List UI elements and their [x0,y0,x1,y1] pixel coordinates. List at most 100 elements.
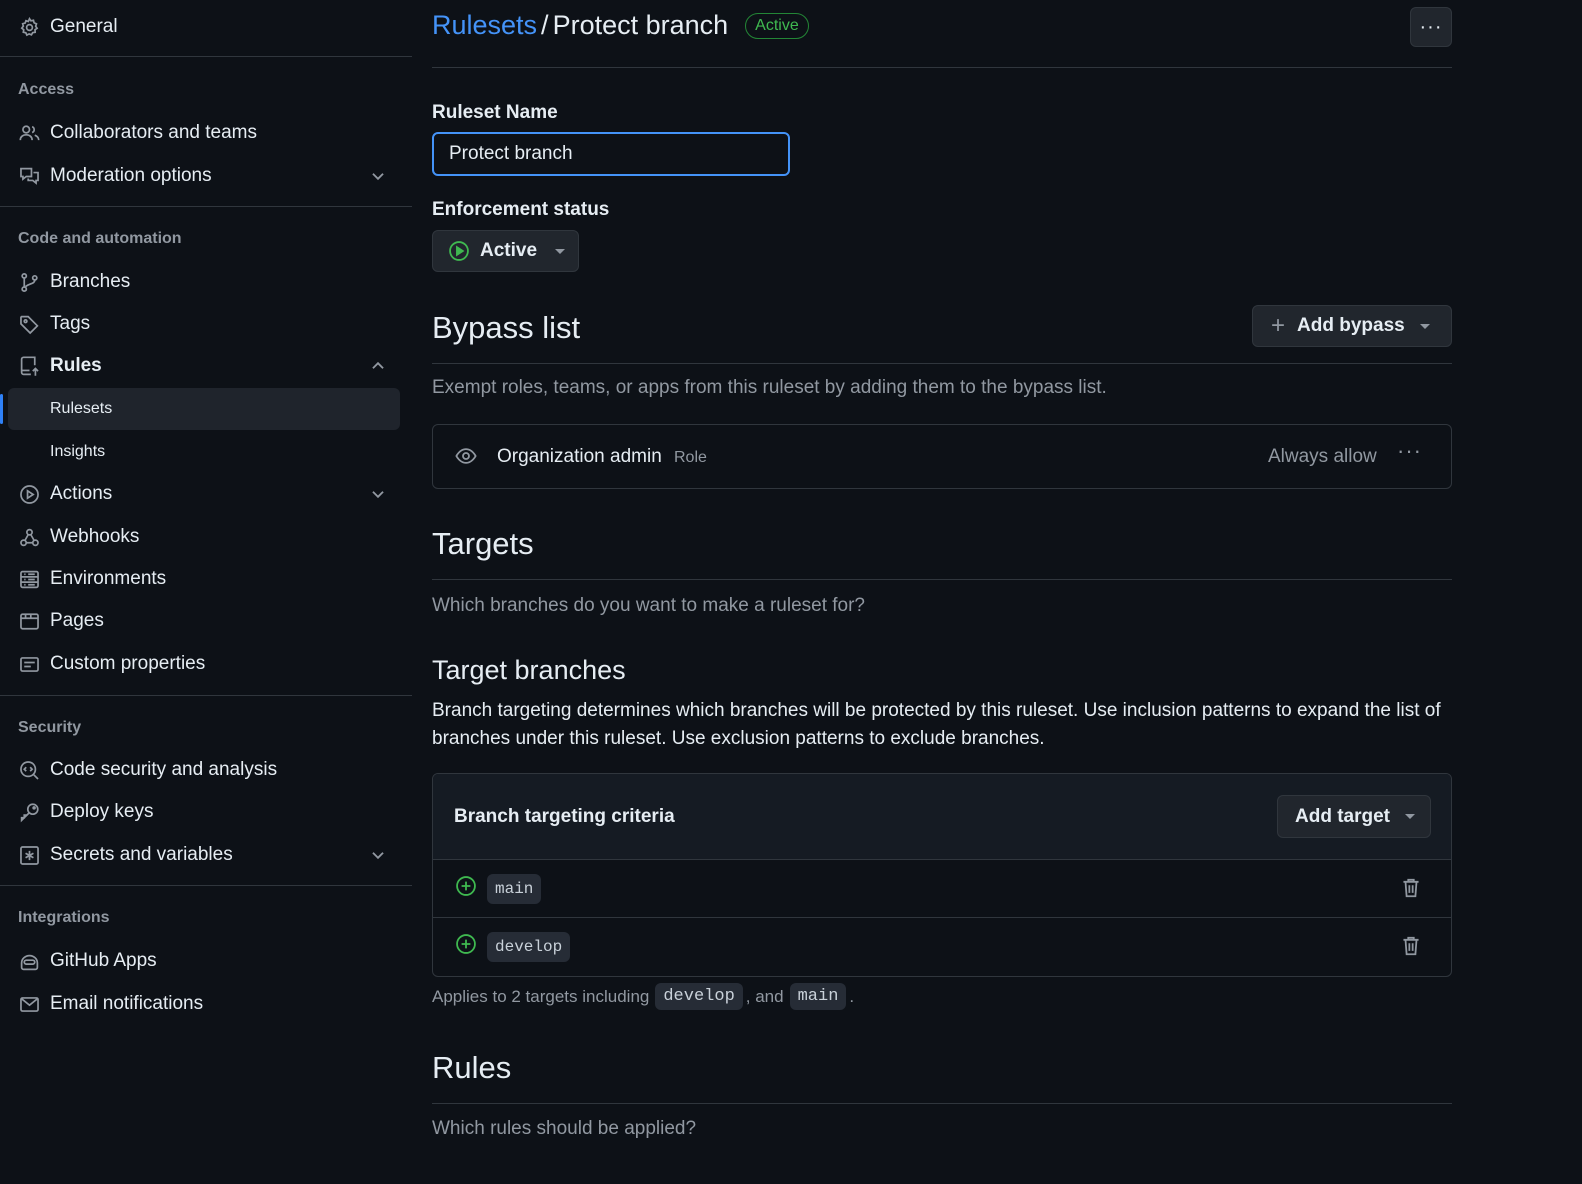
selection-indicator [0,394,3,424]
summary-text: . [849,986,855,1006]
divider [432,67,1452,68]
browser-icon [18,610,40,632]
gear-icon [18,16,40,38]
sidebar-item-tags[interactable]: Tags [0,304,412,344]
sidebar-item-email-notifications[interactable]: Email notifications [0,984,412,1024]
sidebar-item-github-apps[interactable]: GitHub Apps [0,941,412,981]
kebab-horizontal-icon: ··· [1419,15,1443,38]
divider [0,206,412,207]
sidebar-item-webhooks[interactable]: Webhooks [0,517,412,557]
chevron-down-icon[interactable] [369,846,387,864]
target-pattern: develop [487,932,571,962]
targets-summary: Applies to 2 targets including develop ,… [432,983,854,1010]
target-row: develop [433,918,1451,976]
summary-text: , and [745,986,784,1006]
more-options-button[interactable]: ··· [1410,7,1452,47]
settings-sidebar: General Access Collaborators and teams M… [0,0,412,1184]
sidebar-item-label: Actions [50,483,113,504]
breadcrumb: Rulesets / Protect branch Active [432,10,809,41]
bypass-entry-name: Organization admin [497,446,662,467]
server-icon [18,568,40,590]
sidebar-item-label: Secrets and variables [50,844,233,865]
divider [432,579,1452,580]
bypass-entry-mode: Always allow [1268,446,1377,467]
sidebar-item-actions[interactable]: Actions [0,474,412,514]
git-branch-icon [18,271,40,293]
section-heading-code-automation: Code and automation [18,230,182,247]
divider [432,363,1452,364]
sidebar-item-label: Branches [50,271,131,292]
play-icon [449,241,469,261]
section-title-targets: Targets [432,526,534,561]
play-icon [18,483,40,505]
enforcement-status-dropdown[interactable]: Active [432,230,579,272]
sidebar-item-environments[interactable]: Environments [0,559,412,599]
sidebar-item-label: Deploy keys [50,801,154,822]
comment-discussion-icon [18,165,40,187]
sidebar-item-label: Webhooks [50,526,140,547]
plus-circle-icon [456,934,476,954]
sidebar-item-label: Email notifications [50,993,204,1014]
chevron-up-icon[interactable] [369,357,387,375]
tag-icon [18,313,40,335]
sidebar-item-label: Code security and analysis [50,759,278,780]
sidebar-item-moderation[interactable]: Moderation options [0,156,412,196]
add-bypass-button[interactable]: + Add bypass [1252,305,1452,347]
sidebar-item-secrets[interactable]: Secrets and variables [0,835,412,875]
mail-icon [18,993,40,1015]
kebab-horizontal-icon[interactable]: ··· [1397,438,1422,464]
divider [0,695,412,696]
plus-circle-icon [456,876,476,896]
breadcrumb-separator: / [541,10,549,40]
sidebar-item-label: Rulesets [50,400,113,417]
plus-icon: + [1271,312,1286,339]
section-heading-integrations: Integrations [18,909,110,926]
sidebar-item-rules[interactable]: Rules [0,346,412,386]
sidebar-item-collaborators[interactable]: Collaborators and teams [0,113,412,153]
hubot-icon [18,950,40,972]
targets-description: Which branches do you want to make a rul… [432,595,866,616]
triangle-down-icon [1419,323,1430,329]
section-heading-security: Security [18,719,82,736]
sidebar-item-branches[interactable]: Branches [0,262,412,302]
trash-icon[interactable] [1400,877,1422,899]
bypass-entry: Organization admin Role Always allow ··· [432,424,1452,489]
sidebar-item-label: Tags [50,313,91,334]
add-bypass-label: Add bypass [1297,315,1405,336]
sidebar-item-custom-properties[interactable]: Custom properties [0,644,412,684]
section-heading-access: Access [18,81,75,98]
sidebar-subitem-rulesets[interactable]: Rulesets [0,388,400,430]
eye-icon [455,448,477,464]
summary-code: main [789,983,847,1010]
trash-icon[interactable] [1400,935,1422,957]
sidebar-item-pages[interactable]: Pages [0,601,412,641]
webhook-icon [18,526,40,548]
sidebar-subitem-insights[interactable]: Insights [0,431,412,473]
ruleset-name-input[interactable] [432,132,790,176]
sidebar-item-label: Moderation options [50,165,212,186]
add-target-button[interactable]: Add target [1277,795,1431,838]
divider [0,885,412,886]
summary-code: develop [655,983,743,1010]
note-icon [18,653,40,675]
ruleset-name-label: Ruleset Name [432,102,558,123]
sidebar-item-label: Rules [50,355,102,376]
branch-targeting-criteria-box: Branch targeting criteria Add target mai… [432,773,1452,977]
sidebar-item-label: Insights [50,443,106,460]
chevron-down-icon[interactable] [369,485,387,503]
sidebar-item-deploy-keys[interactable]: Deploy keys [0,792,412,832]
chevron-down-icon[interactable] [369,167,387,185]
sidebar-item-code-security[interactable]: Code security and analysis [0,750,412,790]
triangle-down-icon [555,248,566,254]
triangle-down-icon [1405,814,1415,819]
status-badge: Active [745,12,809,39]
sidebar-item-label: GitHub Apps [50,950,157,971]
enforcement-status-value: Active [480,240,538,261]
target-branches-description: Branch targeting determines which branch… [432,700,1441,749]
sidebar-item-label: Collaborators and teams [50,122,257,143]
summary-text: Applies to 2 targets including [432,986,650,1006]
sidebar-item-label: Environments [50,568,167,589]
key-asterisk-icon [18,844,40,866]
sidebar-item-general[interactable]: General [0,7,412,47]
breadcrumb-link-rulesets[interactable]: Rulesets [432,10,537,41]
